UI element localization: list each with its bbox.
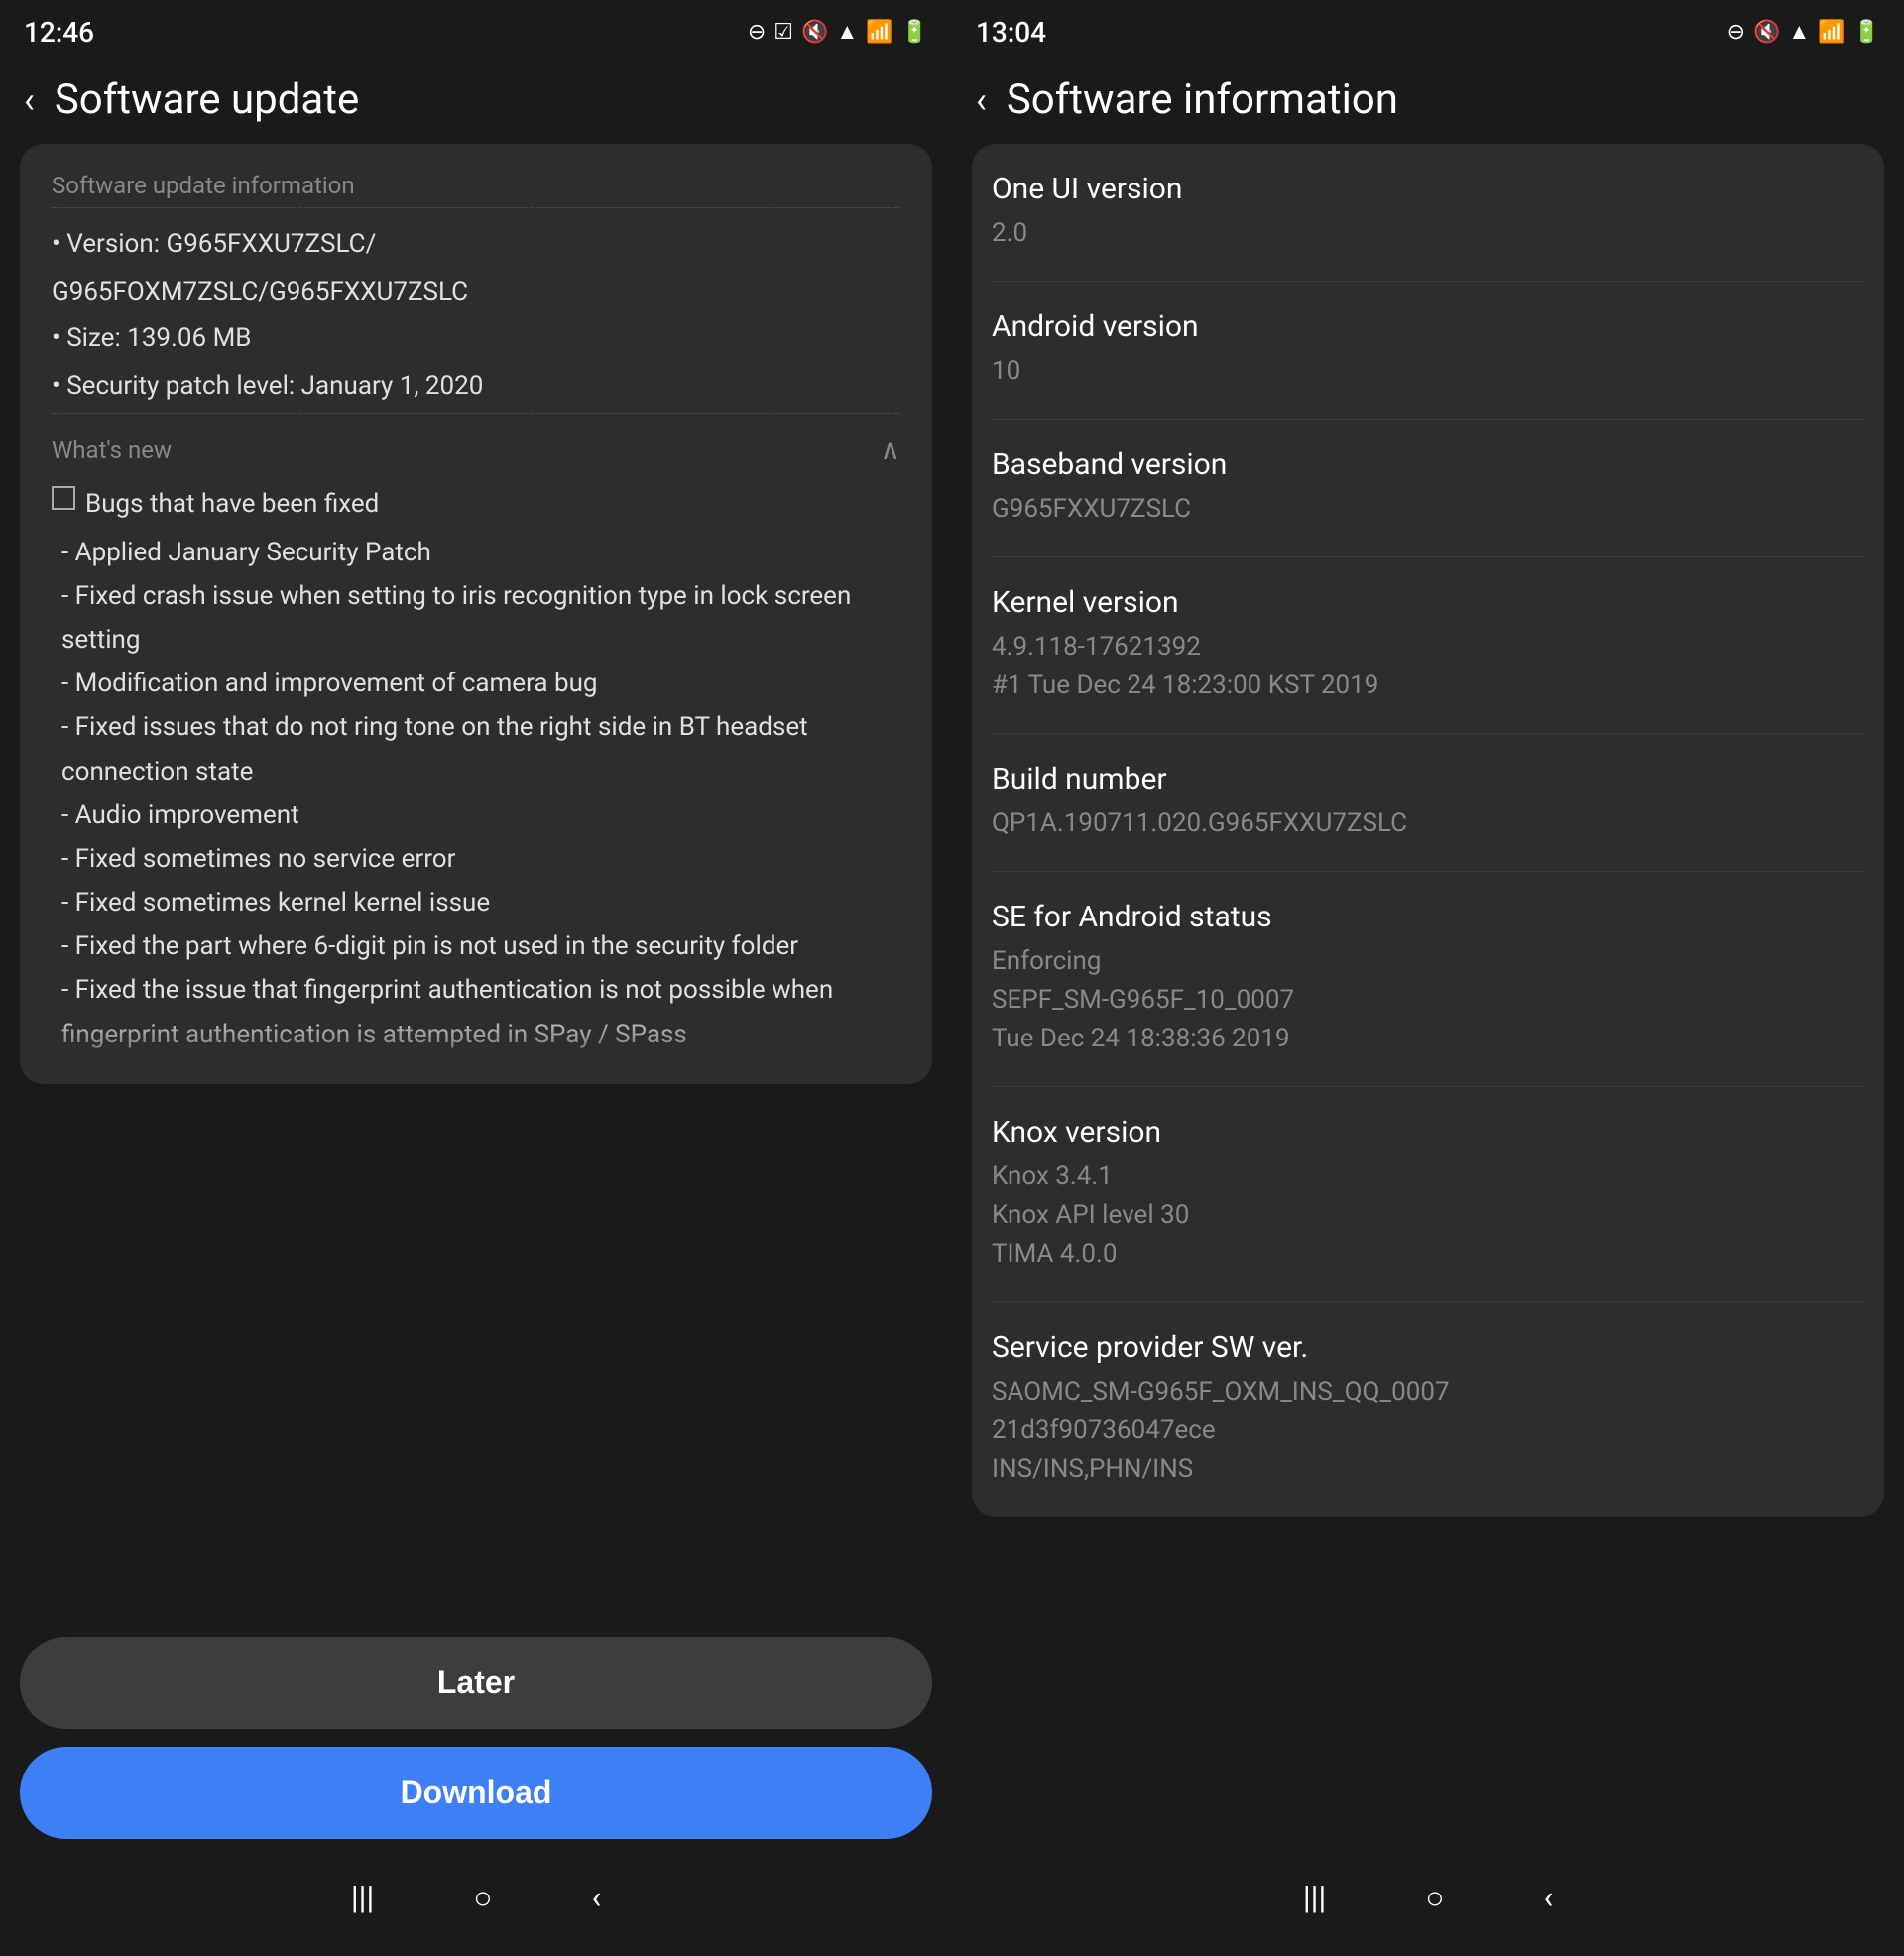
info-item-one-ui: One UI version 2.0 bbox=[992, 144, 1864, 282]
nav-home-icon-left[interactable]: ○ bbox=[473, 1879, 492, 1916]
page-title-left: Software update bbox=[55, 75, 359, 124]
service-provider-value: SAOMC_SM-G965F_OXM_INS_QQ_000721d3f90736… bbox=[992, 1373, 1864, 1489]
back-button-right[interactable]: ‹ bbox=[976, 79, 987, 121]
software-info-card: One UI version 2.0 Android version 10 Ba… bbox=[972, 144, 1884, 1517]
se-android-label: SE for Android status bbox=[992, 900, 1864, 934]
fix-item-4: - Audio improvement bbox=[52, 794, 900, 837]
knox-value: Knox 3.4.1Knox API level 30TIMA 4.0.0 bbox=[992, 1158, 1864, 1274]
battery-icon-right: 🔋 bbox=[1853, 20, 1880, 45]
mute-icon-left: 🔇 bbox=[801, 20, 828, 45]
fix-item-5: - Fixed sometimes no service error bbox=[52, 837, 900, 881]
wifi-icon-left: ▲ bbox=[836, 19, 858, 45]
info-item-android: Android version 10 bbox=[992, 282, 1864, 420]
info-list: One UI version 2.0 Android version 10 Ba… bbox=[972, 144, 1884, 1517]
build-value: QP1A.190711.020.G965FXXU7ZSLC bbox=[992, 804, 1864, 843]
status-icons-left: ⊖ ☑ 🔇 ▲ 📶 🔋 bbox=[748, 19, 928, 45]
baseband-value: G965FXXU7ZSLC bbox=[992, 490, 1864, 529]
page-title-right: Software information bbox=[1007, 75, 1398, 124]
right-phone-panel: 13:04 ⊖ 🔇 ▲ 📶 🔋 ‹ Software information O… bbox=[952, 0, 1904, 1956]
status-bar-right: 13:04 ⊖ 🔇 ▲ 📶 🔋 bbox=[952, 0, 1904, 60]
fix-item-3: - Fixed issues that do not ring tone on … bbox=[52, 705, 900, 793]
later-button[interactable]: Later bbox=[20, 1637, 932, 1729]
left-phone-panel: 12:46 ⊖ ☑ 🔇 ▲ 📶 🔋 ‹ Software update Soft… bbox=[0, 0, 952, 1956]
right-content: One UI version 2.0 Android version 10 Ba… bbox=[952, 144, 1904, 1859]
one-ui-label: One UI version bbox=[992, 172, 1864, 206]
update-info-label: Software update information bbox=[52, 172, 355, 199]
signal-icon-right: 📶 bbox=[1818, 20, 1844, 45]
info-item-baseband: Baseband version G965FXXU7ZSLC bbox=[992, 420, 1864, 557]
nav-back-icon-left[interactable]: ‹ bbox=[592, 1879, 602, 1916]
fix-item-0: - Applied January Security Patch bbox=[52, 531, 900, 574]
check-square-icon: ☑ bbox=[774, 20, 793, 45]
button-area: Later Download bbox=[0, 1617, 952, 1859]
service-provider-label: Service provider SW ver. bbox=[992, 1330, 1864, 1365]
size-line: • Size: 139.06 MB bbox=[52, 318, 900, 360]
update-info-section-header: Software update information bbox=[52, 172, 900, 208]
content-left: Software update information • Version: G… bbox=[0, 144, 952, 1617]
info-item-kernel: Kernel version 4.9.118-17621392#1 Tue De… bbox=[992, 557, 1864, 734]
status-time-left: 12:46 bbox=[24, 16, 94, 49]
nav-menu-icon-left[interactable]: ||| bbox=[351, 1879, 374, 1916]
kernel-label: Kernel version bbox=[992, 585, 1864, 620]
nav-back-icon-right[interactable]: ‹ bbox=[1544, 1879, 1554, 1916]
bugs-item: Bugs that have been fixed bbox=[52, 482, 900, 526]
fix-item-6: - Fixed sometimes kernel kernel issue bbox=[52, 881, 900, 924]
info-item-knox: Knox version Knox 3.4.1Knox API level 30… bbox=[992, 1087, 1864, 1302]
info-item-se-android: SE for Android status EnforcingSEPF_SM-G… bbox=[992, 872, 1864, 1087]
fix-item-2: - Modification and improvement of camera… bbox=[52, 662, 900, 705]
wifi-icon-right: ▲ bbox=[1788, 19, 1810, 45]
nav-home-icon-right[interactable]: ○ bbox=[1425, 1879, 1444, 1916]
mute-icon-right: 🔇 bbox=[1753, 20, 1780, 45]
fix-item-1: - Fixed crash issue when setting to iris… bbox=[52, 574, 900, 662]
se-android-value: EnforcingSEPF_SM-G965F_10_0007Tue Dec 24… bbox=[992, 942, 1864, 1058]
toolbar-right: ‹ Software information bbox=[952, 60, 1904, 144]
whats-new-label: What's new bbox=[52, 436, 172, 464]
update-info-content: • Version: G965FXXU7ZSLC/ G965FOXM7ZSLC/… bbox=[52, 224, 900, 407]
one-ui-value: 2.0 bbox=[992, 214, 1864, 253]
battery-icon-left: 🔋 bbox=[901, 20, 928, 45]
info-item-build: Build number QP1A.190711.020.G965FXXU7ZS… bbox=[992, 734, 1864, 872]
status-bar-left: 12:46 ⊖ ☑ 🔇 ▲ 📶 🔋 bbox=[0, 0, 952, 60]
minus-circle-icon-right: ⊖ bbox=[1727, 20, 1745, 45]
version-line2: G965FOXM7ZSLC/G965FXXU7ZSLC bbox=[52, 272, 900, 313]
security-line: • Security patch level: January 1, 2020 bbox=[52, 366, 900, 408]
version-line1: • Version: G965FXXU7ZSLC/ bbox=[52, 224, 900, 266]
fix-item-8: - Fixed the issue that fingerprint authe… bbox=[52, 968, 900, 1055]
kernel-value: 4.9.118-17621392#1 Tue Dec 24 18:23:00 K… bbox=[992, 628, 1864, 705]
whats-new-header: What's new ∧ bbox=[52, 413, 900, 466]
android-value: 10 bbox=[992, 352, 1864, 391]
nav-bar-left: ||| ○ ‹ bbox=[0, 1859, 952, 1956]
nav-menu-icon-right[interactable]: ||| bbox=[1303, 1879, 1326, 1916]
fix-item-7: - Fixed the part where 6-digit pin is no… bbox=[52, 924, 900, 968]
build-label: Build number bbox=[992, 762, 1864, 796]
signal-icon-left: 📶 bbox=[866, 20, 892, 45]
status-icons-right: ⊖ 🔇 ▲ 📶 🔋 bbox=[1727, 19, 1880, 45]
download-button[interactable]: Download bbox=[20, 1747, 932, 1839]
android-label: Android version bbox=[992, 309, 1864, 344]
chevron-up-icon: ∧ bbox=[881, 433, 901, 466]
info-item-service-provider: Service provider SW ver. SAOMC_SM-G965F_… bbox=[992, 1302, 1864, 1517]
bugs-title: Bugs that have been fixed bbox=[85, 482, 379, 526]
whats-new-content: Bugs that have been fixed - Applied Janu… bbox=[52, 482, 900, 1055]
toolbar-left: ‹ Software update bbox=[0, 60, 952, 144]
bugs-checkbox bbox=[52, 486, 75, 510]
update-info-card: Software update information • Version: G… bbox=[20, 144, 932, 1084]
knox-label: Knox version bbox=[992, 1115, 1864, 1150]
nav-bar-right: ||| ○ ‹ bbox=[952, 1859, 1904, 1956]
baseband-label: Baseband version bbox=[992, 447, 1864, 482]
back-button-left[interactable]: ‹ bbox=[24, 79, 35, 121]
status-time-right: 13:04 bbox=[976, 16, 1046, 49]
minus-circle-icon: ⊖ bbox=[748, 20, 766, 45]
